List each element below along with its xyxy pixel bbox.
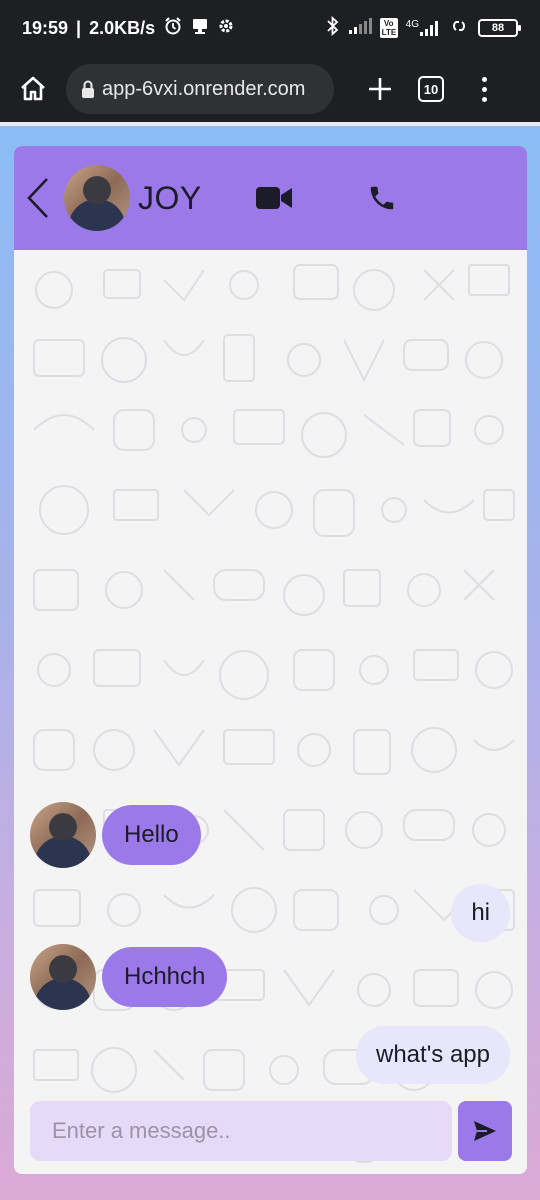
contact-avatar[interactable]	[64, 165, 130, 231]
desktop-notification-icon	[191, 17, 209, 40]
volte-icon: Vo LTE	[379, 18, 398, 38]
home-icon	[21, 76, 45, 101]
network-4g-icon: 4G	[406, 19, 440, 37]
video-camera-icon	[255, 187, 292, 209]
phone-icon	[370, 186, 393, 210]
plus-icon	[369, 78, 391, 100]
message-bubble-outgoing[interactable]: what's app	[356, 1026, 510, 1084]
alarm-icon	[163, 16, 183, 41]
status-time: 19:59	[22, 17, 69, 38]
battery-level: 88	[491, 22, 505, 34]
status-right: Vo LTE 4G 88	[326, 15, 521, 41]
video-call-button[interactable]	[254, 178, 294, 218]
message-row-outgoing: hi	[451, 884, 510, 942]
address-bar[interactable]: app-6vxi.onrender.com	[66, 64, 334, 114]
status-bar: 19:59 | 2.0KB/s Vo LTE 4G 88	[0, 0, 540, 56]
new-tab-button[interactable]	[362, 71, 398, 107]
signal-icon	[348, 17, 372, 40]
menu-dot	[481, 76, 487, 82]
page-background: JOY Hello hi Hchhch what's app Enter a m…	[0, 122, 540, 1200]
chat-messages-area[interactable]: Hello hi Hchhch what's app	[14, 250, 527, 1174]
sender-avatar	[30, 802, 96, 868]
battery-icon: 88	[478, 19, 521, 37]
settings-gear-icon	[217, 17, 235, 40]
status-separator: |	[76, 17, 82, 38]
browser-toolbar: app-6vxi.onrender.com 10	[0, 56, 540, 122]
message-input[interactable]	[30, 1101, 452, 1161]
chevron-left-icon	[27, 178, 48, 218]
message-row-incoming: Hello	[30, 802, 201, 868]
menu-dot	[481, 96, 487, 102]
tab-switcher-button[interactable]: 10	[418, 76, 444, 102]
message-row-outgoing: what's app	[356, 1026, 510, 1084]
home-button[interactable]	[12, 68, 54, 110]
message-bubble-incoming[interactable]: Hello	[102, 805, 201, 865]
message-row-incoming: Hchhch	[30, 944, 228, 1010]
chat-window: JOY Hello hi Hchhch what's app Enter a m…	[14, 146, 527, 1174]
send-icon	[474, 1121, 496, 1141]
hotspot-link-icon	[448, 17, 470, 40]
send-button[interactable]	[458, 1101, 512, 1161]
back-button[interactable]	[20, 173, 56, 223]
message-composer	[30, 1100, 514, 1162]
bluetooth-icon	[326, 15, 340, 41]
url-text: app-6vxi.onrender.com	[102, 77, 306, 100]
status-net-speed: 2.0KB/s	[89, 17, 156, 38]
chat-header: JOY	[14, 146, 527, 250]
browser-menu-button[interactable]	[474, 71, 494, 107]
network-type-label: 4G	[405, 19, 419, 30]
contact-name: JOY	[138, 179, 202, 216]
voice-call-button[interactable]	[362, 178, 402, 218]
sender-avatar	[30, 944, 96, 1010]
lock-icon	[82, 80, 94, 98]
tab-count: 10	[423, 81, 439, 97]
message-bubble-incoming[interactable]: Hchhch	[102, 947, 228, 1007]
message-bubble-outgoing[interactable]: hi	[451, 884, 510, 942]
menu-dot	[481, 86, 487, 92]
status-left: 19:59 | 2.0KB/s	[22, 16, 235, 41]
